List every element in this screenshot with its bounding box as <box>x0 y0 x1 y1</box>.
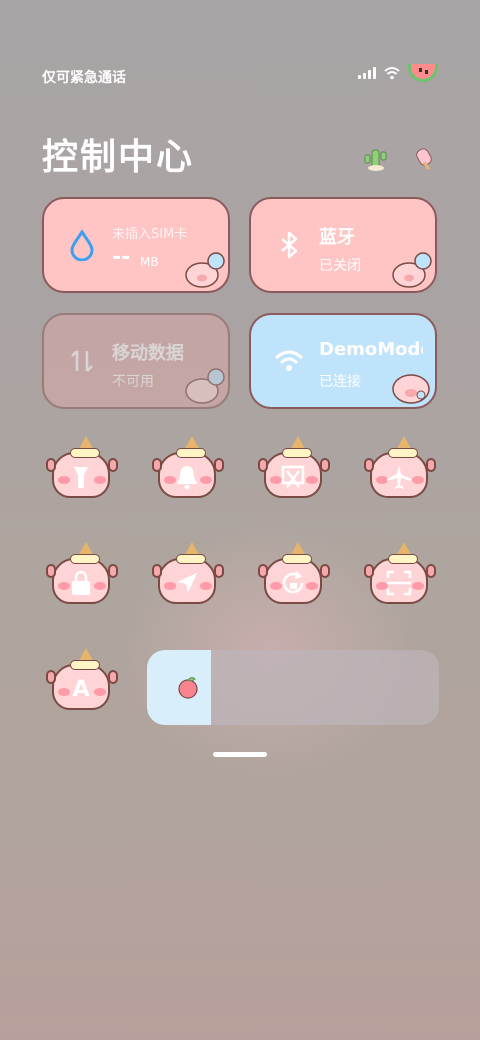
pig-icecream-sticker-icon <box>185 252 225 288</box>
brightness-slider[interactable] <box>147 650 439 725</box>
status-icons <box>358 64 438 82</box>
wifi-status: 已连接 <box>319 374 361 390</box>
scan-icon <box>386 570 412 596</box>
wifi-icon <box>384 67 400 80</box>
pig-icecream-sticker-icon <box>392 252 432 288</box>
location-arrow-icon <box>177 573 197 593</box>
bluetooth-tile[interactable]: 蓝牙 已关闭 <box>249 197 437 293</box>
data-usage-unit: MB <box>140 255 159 269</box>
flashlight-toggle[interactable] <box>46 436 118 502</box>
data-usage-tile[interactable]: 未插入SIM卡 -- MB <box>42 197 230 293</box>
home-indicator[interactable] <box>213 752 267 757</box>
pig-sticker-icon <box>392 374 430 404</box>
location-toggle[interactable] <box>152 542 224 608</box>
pig-icecream-sticker-icon <box>185 368 225 404</box>
screenshot-icon <box>281 465 305 488</box>
rotation-lock-toggle[interactable] <box>258 542 330 608</box>
mobile-data-title: 移动数据 <box>112 343 184 364</box>
status-bar: 仅可紧急通话 <box>0 60 480 92</box>
cactus-sticker-icon <box>364 149 387 171</box>
mobile-data-tile[interactable]: 移动数据 不可用 <box>42 313 230 409</box>
carrier-status: 仅可紧急通话 <box>42 70 126 86</box>
bluetooth-title: 蓝牙 <box>319 227 355 248</box>
watermelon-battery-icon <box>408 64 438 82</box>
airplane-icon <box>387 465 411 489</box>
lock-screen-toggle[interactable] <box>46 542 118 608</box>
wifi-title: DemoMode <box>319 339 423 360</box>
data-usage-title: 未插入SIM卡 <box>112 227 188 242</box>
popsicle-sticker-icon <box>416 148 432 170</box>
lock-icon <box>72 570 90 595</box>
mobile-data-status: 不可用 <box>112 374 154 390</box>
signal-icon <box>358 67 376 79</box>
scanner-toggle[interactable] <box>364 542 436 608</box>
screenshot-toggle[interactable] <box>258 436 330 502</box>
flashlight-icon <box>74 467 88 488</box>
bell-icon <box>177 466 197 490</box>
wifi-tile[interactable]: DemoMode 已连接 <box>249 313 437 409</box>
page-title: 控制中心 <box>42 137 195 178</box>
bluetooth-status: 已关闭 <box>319 258 361 274</box>
font-size-icon: A <box>72 676 90 702</box>
rotation-lock-icon <box>282 571 304 594</box>
water-drop-icon <box>70 229 94 261</box>
bell-toggle[interactable] <box>152 436 224 502</box>
font-size-toggle[interactable]: A <box>46 648 118 714</box>
wifi-icon <box>274 350 304 371</box>
airplane-mode-toggle[interactable] <box>364 436 436 502</box>
peach-icon <box>178 677 198 699</box>
data-usage-value: -- <box>112 245 131 270</box>
data-arrows-icon <box>71 350 93 372</box>
bluetooth-icon <box>281 231 298 259</box>
